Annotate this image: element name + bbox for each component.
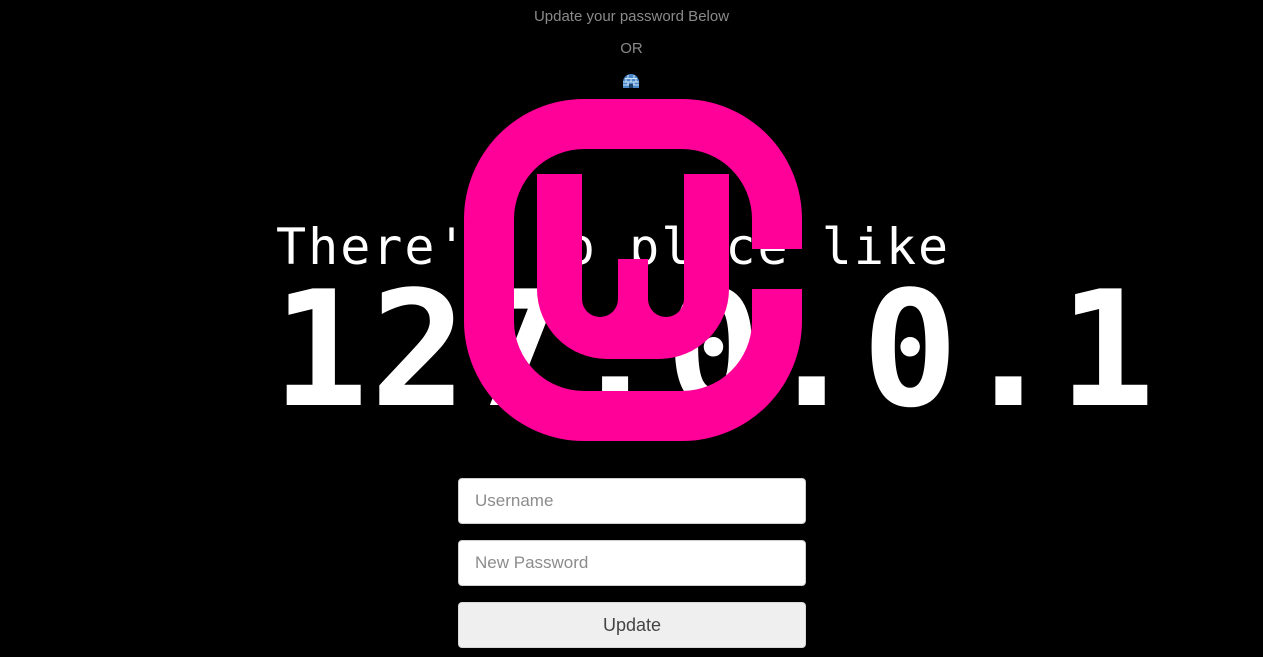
update-password-form: Update — [458, 478, 806, 648]
wampserver-logo-icon — [464, 99, 802, 441]
username-input[interactable] — [458, 478, 806, 524]
new-password-input[interactable] — [458, 540, 806, 586]
update-button[interactable]: Update — [458, 602, 806, 648]
hero: There's no place like 127.0.0.1 — [0, 0, 1263, 470]
page: Update your password Below OR There's no… — [0, 0, 1263, 657]
